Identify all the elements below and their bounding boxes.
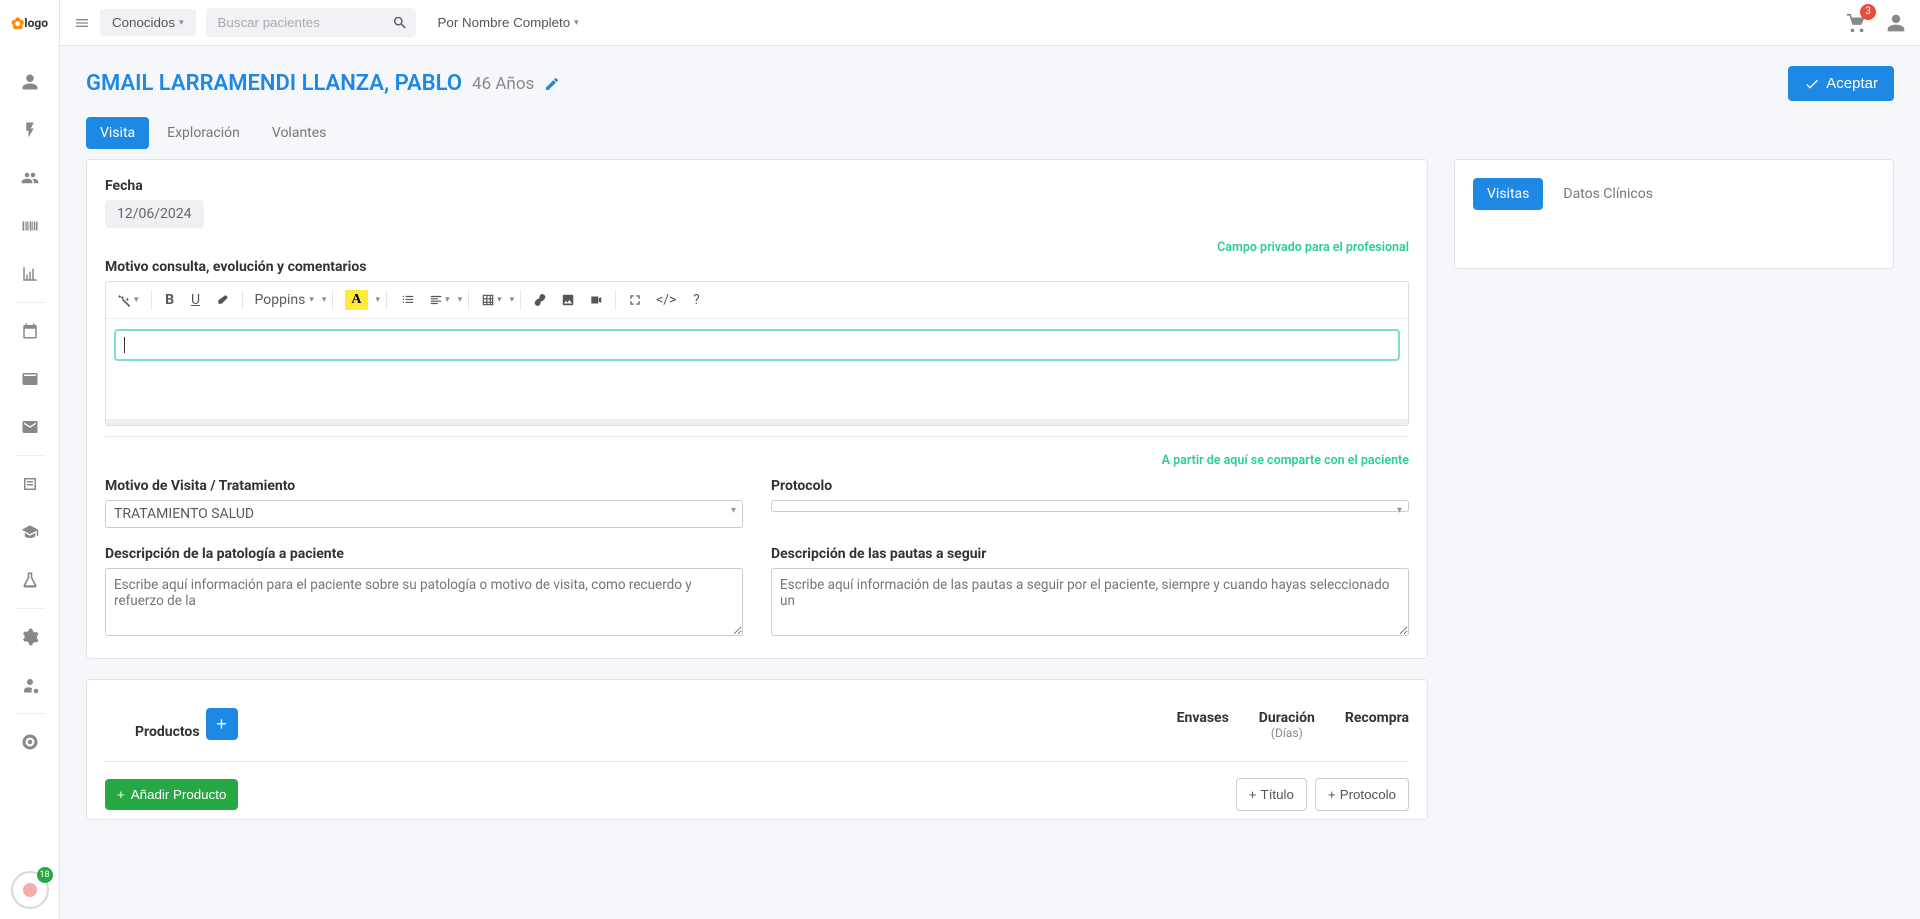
date-value[interactable]: 12/06/2024 bbox=[105, 200, 204, 228]
topbar: Conocidos▾ Por Nombre Completo▾ 3 bbox=[60, 0, 1920, 46]
table-icon[interactable]: ▾ bbox=[475, 289, 508, 311]
tab-visita[interactable]: Visita bbox=[86, 117, 149, 149]
tab-volantes[interactable]: Volantes bbox=[258, 117, 341, 149]
rich-editor: ▾ B U Poppins▾ ▾ A ▾ bbox=[105, 281, 1409, 426]
edit-patient-icon[interactable] bbox=[544, 75, 560, 91]
sort-dropdown[interactable]: Por Nombre Completo▾ bbox=[426, 9, 591, 36]
protocolo-select[interactable] bbox=[771, 500, 1409, 512]
side-tabs: Visitas Datos Clínicos bbox=[1473, 178, 1875, 210]
sidebar-user-icon[interactable] bbox=[12, 64, 48, 100]
sidebar-calendar-icon[interactable] bbox=[12, 313, 48, 349]
patient-age: 46 Años bbox=[472, 74, 534, 94]
motivo-label: Motivo consulta, evolución y comentarios bbox=[105, 259, 1409, 275]
add-title-button[interactable]: +Título bbox=[1236, 778, 1307, 811]
link-icon[interactable] bbox=[527, 289, 553, 311]
main-tabs: Visita Exploración Volantes bbox=[86, 117, 1894, 149]
sidebar-group-icon[interactable] bbox=[12, 160, 48, 196]
sidebar-mail-icon[interactable] bbox=[12, 409, 48, 445]
code-icon[interactable]: </> bbox=[650, 288, 682, 312]
private-field-note: Campo privado para el profesional bbox=[105, 240, 1409, 255]
editor-toolbar: ▾ B U Poppins▾ ▾ A ▾ bbox=[106, 282, 1408, 319]
motivo-tratamiento-select[interactable]: TRATAMIENTO SALUD bbox=[105, 500, 743, 528]
sidebar-flask-icon[interactable] bbox=[12, 562, 48, 598]
visit-card: Fecha 12/06/2024 Campo privado para el p… bbox=[86, 159, 1428, 659]
products-card: Productos + Envases Duración(Días) Recom… bbox=[86, 679, 1428, 820]
sidebar: ✿logo 18 bbox=[0, 0, 60, 919]
desc-pautas-textarea[interactable] bbox=[771, 568, 1409, 636]
col-recompra: Recompra bbox=[1345, 710, 1409, 740]
desc-pautas-label: Descripción de las pautas a seguir bbox=[771, 546, 1409, 562]
tab-datos-clinicos[interactable]: Datos Clínicos bbox=[1549, 178, 1667, 210]
sidebar-chart-icon[interactable] bbox=[12, 256, 48, 292]
text-color-button[interactable]: A bbox=[339, 286, 373, 314]
underline-button[interactable]: U bbox=[184, 288, 208, 312]
editor-body[interactable] bbox=[106, 319, 1408, 419]
search-input[interactable] bbox=[206, 8, 416, 37]
font-dropdown[interactable]: Poppins▾ bbox=[249, 288, 320, 312]
table-extra-dropdown[interactable]: ▾ bbox=[510, 295, 515, 305]
cart-button[interactable]: 3 bbox=[1846, 12, 1868, 34]
cart-badge: 3 bbox=[1860, 4, 1876, 20]
add-product-plus-button[interactable]: + bbox=[206, 708, 238, 740]
sidebar-bolt-icon[interactable] bbox=[12, 112, 48, 148]
sidebar-user-cog-icon[interactable] bbox=[12, 667, 48, 703]
sidebar-graduation-icon[interactable] bbox=[12, 514, 48, 550]
tab-exploracion[interactable]: Exploración bbox=[153, 117, 254, 149]
fullscreen-icon[interactable] bbox=[622, 289, 648, 311]
date-label: Fecha bbox=[105, 178, 1409, 194]
tab-visitas[interactable]: Visitas bbox=[1473, 178, 1543, 210]
sidebar-barcode-icon[interactable] bbox=[12, 208, 48, 244]
eraser-icon[interactable] bbox=[210, 289, 236, 311]
desc-patologia-label: Descripción de la patología a paciente bbox=[105, 546, 743, 562]
share-note: A partir de aquí se comparte con el paci… bbox=[105, 453, 1409, 468]
indent-dropdown[interactable]: ▾ bbox=[458, 295, 463, 305]
side-card: Visitas Datos Clínicos bbox=[1454, 159, 1894, 269]
sidebar-record-button[interactable]: 18 bbox=[11, 871, 49, 909]
desc-patologia-textarea[interactable] bbox=[105, 568, 743, 636]
bold-button[interactable]: B bbox=[158, 288, 182, 312]
help-icon[interactable]: ? bbox=[684, 288, 708, 312]
ol-icon[interactable] bbox=[395, 289, 421, 311]
align-icon[interactable]: ▾ bbox=[423, 289, 456, 311]
logo: ✿logo bbox=[5, 8, 55, 38]
sidebar-card-icon[interactable] bbox=[12, 361, 48, 397]
col-duracion: Duración(Días) bbox=[1259, 710, 1315, 740]
font-size-dropdown[interactable]: ▾ bbox=[322, 295, 327, 305]
protocolo-label: Protocolo bbox=[771, 478, 1409, 494]
search-icon[interactable] bbox=[392, 14, 408, 30]
motivo-tratamiento-label: Motivo de Visita / Tratamiento bbox=[105, 478, 743, 494]
sidebar-gears-icon[interactable] bbox=[12, 619, 48, 655]
sidebar-news-icon[interactable] bbox=[12, 466, 48, 502]
add-protocol-button[interactable]: +Protocolo bbox=[1315, 778, 1409, 811]
record-badge: 18 bbox=[37, 867, 53, 883]
patient-name[interactable]: GMAIL LARRAMENDI LLANZA, PABLO bbox=[86, 71, 462, 96]
user-menu-icon[interactable] bbox=[1886, 13, 1906, 33]
menu-toggle-icon[interactable] bbox=[74, 14, 90, 30]
sidebar-support-icon[interactable] bbox=[12, 724, 48, 760]
video-icon[interactable] bbox=[583, 289, 609, 311]
accept-button[interactable]: Aceptar bbox=[1788, 66, 1894, 101]
text-color-dropdown[interactable]: ▾ bbox=[376, 295, 381, 305]
products-title: Productos bbox=[135, 724, 200, 740]
col-envases: Envases bbox=[1177, 710, 1229, 740]
image-icon[interactable] bbox=[555, 289, 581, 311]
add-product-button[interactable]: +Añadir Producto bbox=[105, 779, 238, 810]
known-filter-dropdown[interactable]: Conocidos▾ bbox=[100, 9, 196, 36]
magic-icon[interactable]: ▾ bbox=[112, 289, 145, 311]
